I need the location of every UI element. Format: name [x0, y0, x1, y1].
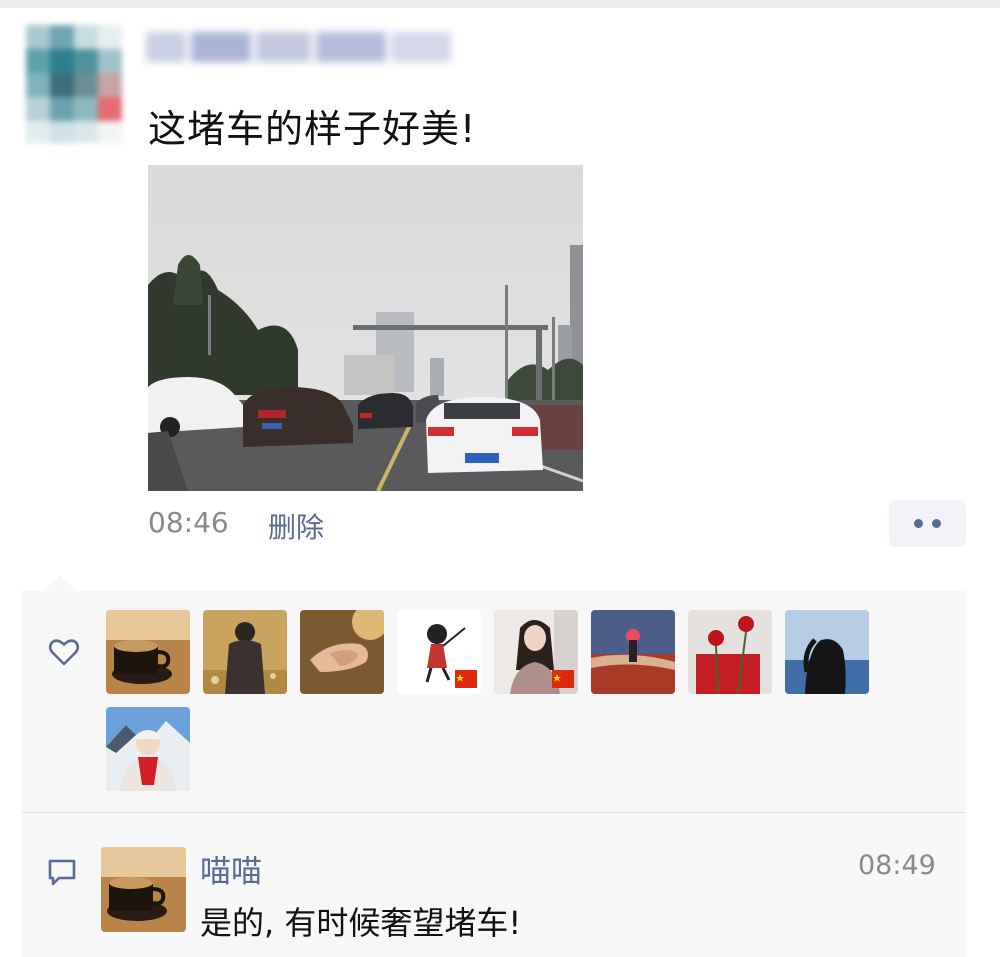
panel-divider: [22, 812, 966, 813]
post-time: 08:46: [148, 506, 229, 539]
liker-avatar[interactable]: [397, 610, 481, 694]
liker-avatar[interactable]: [591, 610, 675, 694]
liker-avatar[interactable]: [688, 610, 772, 694]
author-avatar[interactable]: [26, 25, 122, 143]
moments-post-page: 这堵车的样子好美! 08:46 删除 喵喵 08:49 是的, 有时候奢望堵车!: [0, 0, 1000, 957]
liker-avatar[interactable]: [106, 707, 190, 791]
delete-button[interactable]: 删除: [268, 506, 324, 546]
liker-avatar[interactable]: [203, 610, 287, 694]
liker-avatar[interactable]: [106, 610, 190, 694]
more-dots-icon: [914, 519, 923, 528]
heart-outline-icon: [49, 639, 79, 666]
top-separator: [0, 0, 1000, 8]
panel-pointer: [44, 575, 76, 591]
comment-time: 08:49: [858, 850, 936, 881]
commenter-name[interactable]: 喵喵: [200, 846, 262, 891]
comment-text: 是的, 有时候奢望堵车!: [200, 904, 522, 942]
post-text: 这堵车的样子好美!: [148, 107, 477, 151]
liker-avatar[interactable]: [785, 610, 869, 694]
liker-avatar[interactable]: [300, 610, 384, 694]
comment-bubble-icon: [48, 859, 76, 886]
more-options-button[interactable]: [889, 500, 966, 547]
post-photo[interactable]: [148, 165, 583, 491]
more-dots-icon: [932, 519, 941, 528]
commenter-avatar[interactable]: [101, 847, 186, 932]
liker-avatar[interactable]: [494, 610, 578, 694]
author-name-blurred[interactable]: [146, 28, 456, 68]
